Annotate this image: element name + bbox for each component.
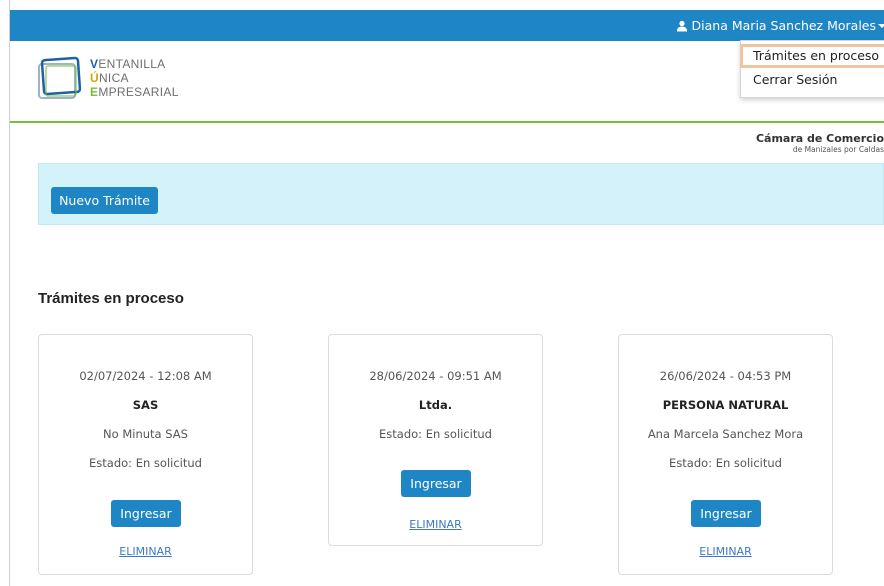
user-menu[interactable]: Diana Maria Sanchez Morales	[676, 10, 884, 41]
ingresar-button[interactable]: Ingresar	[111, 500, 181, 527]
card-status: Estado: En solicitud	[669, 456, 782, 470]
card-datetime: 28/06/2024 - 09:51 AM	[369, 369, 502, 383]
card-type: PERSONA NATURAL	[662, 398, 789, 412]
action-banner: Nuevo Trámite	[38, 163, 884, 225]
vue-logo-text: VENTANILLA ÚNICA EMPRESARIAL	[90, 57, 179, 99]
card-status: Estado: En solicitud	[89, 456, 202, 470]
camara-subtitle: de Manizales por Caldas	[792, 145, 884, 154]
card-datetime: 02/07/2024 - 12:08 AM	[79, 369, 212, 383]
tramite-card: 26/06/2024 - 04:53 PM PERSONA NATURAL An…	[618, 334, 833, 575]
chevron-down-icon	[878, 23, 884, 28]
card-type: SAS	[132, 398, 159, 412]
user-dropdown-menu: Trámites en proceso Cerrar Sesión	[740, 40, 884, 98]
eliminar-link[interactable]: ELIMINAR	[39, 545, 252, 558]
eliminar-link[interactable]: ELIMINAR	[619, 545, 832, 558]
card-type: Ltda.	[418, 398, 453, 412]
card-name: No Minuta SAS	[103, 427, 188, 441]
user-icon	[676, 20, 687, 31]
nuevo-tramite-button[interactable]: Nuevo Trámite	[51, 187, 158, 214]
tramite-card: 28/06/2024 - 09:51 AM Ltda. Estado: En s…	[328, 334, 543, 546]
user-name: Diana Maria Sanchez Morales	[691, 18, 876, 33]
eliminar-link[interactable]: ELIMINAR	[329, 518, 542, 531]
tramite-card: 02/07/2024 - 12:08 AM SAS No Minuta SAS …	[38, 334, 253, 575]
card-status: Estado: En solicitud	[379, 427, 492, 441]
ingresar-button[interactable]: Ingresar	[401, 470, 471, 497]
section-title: Trámites en proceso	[38, 290, 184, 307]
vue-logo-icon	[38, 56, 82, 99]
top-bar: Diana Maria Sanchez Morales	[10, 10, 884, 41]
header-divider	[10, 121, 884, 123]
card-name: Ana Marcela Sanchez Mora	[647, 427, 804, 441]
menu-item-tramites-en-proceso[interactable]: Trámites en proceso	[740, 44, 884, 68]
card-datetime: 26/06/2024 - 04:53 PM	[659, 369, 792, 383]
ingresar-button[interactable]: Ingresar	[691, 500, 761, 527]
camara-logo: Cámara de Comercio de Manizales por Cald…	[756, 132, 884, 155]
menu-item-cerrar-sesion[interactable]: Cerrar Sesión	[741, 69, 884, 91]
camara-name: Cámara de Comercio	[755, 132, 884, 145]
